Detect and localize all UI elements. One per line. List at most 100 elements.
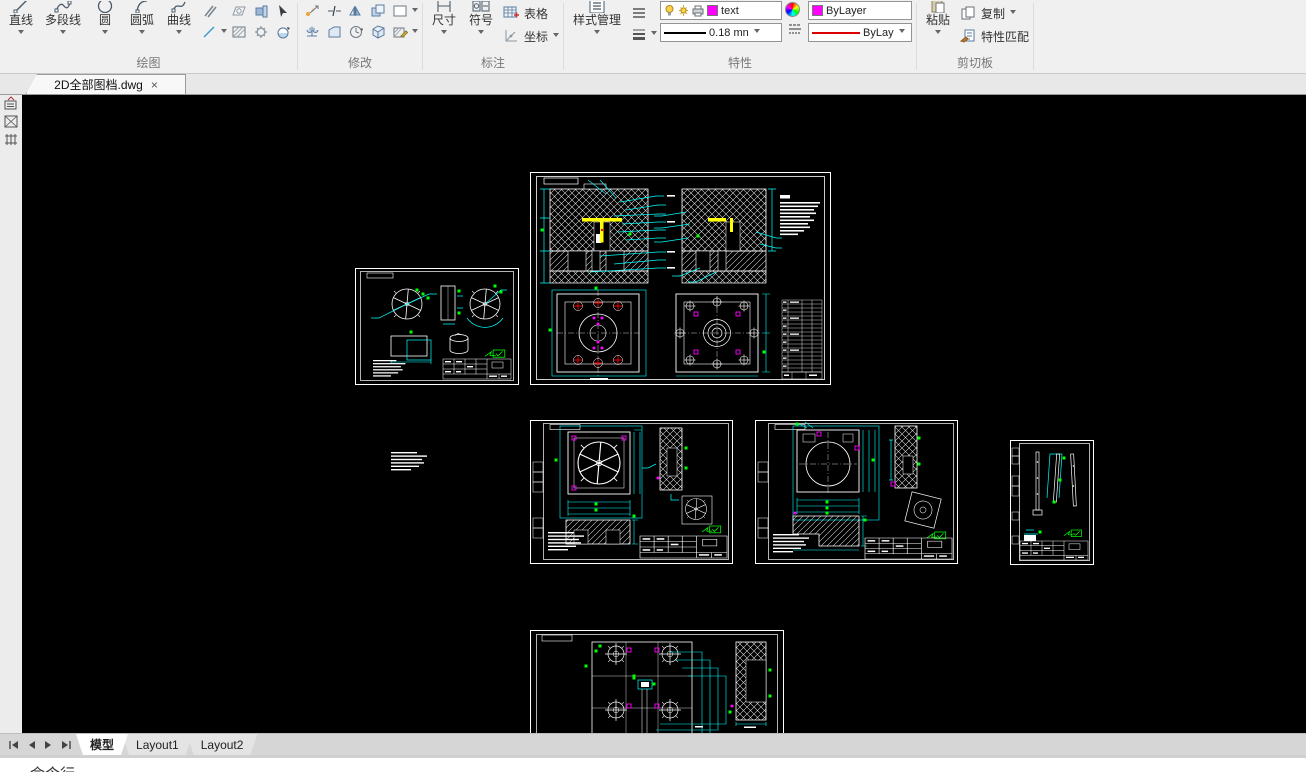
- match-properties-button[interactable]: 特性匹配: [958, 26, 1029, 46]
- linetype-combobox[interactable]: ByLay: [808, 23, 913, 42]
- copy-button[interactable]: 复制: [958, 3, 1029, 23]
- linetype-sample: [812, 31, 861, 34]
- chevron-down-icon: [412, 28, 418, 36]
- coordinate-tool-button[interactable]: 坐标: [501, 26, 560, 46]
- command-line[interactable]: 命令行: [0, 755, 1306, 772]
- nav-last-icon[interactable]: [61, 740, 72, 750]
- circle-tool-button[interactable]: 圆: [88, 1, 122, 37]
- copy-object-icon[interactable]: [368, 2, 388, 20]
- bulb-icon: [664, 2, 675, 20]
- model-space-canvas[interactable]: [22, 95, 1306, 733]
- grid-columns-icon[interactable]: [3, 132, 19, 147]
- lineweight-sample: [664, 31, 707, 34]
- drawing-sheet-pins: [1010, 440, 1094, 565]
- chevron-down-icon: [478, 30, 484, 37]
- arc-tool-button[interactable]: 圆弧: [125, 1, 159, 37]
- symbol-icon: [472, 1, 490, 13]
- ribbon-panel-properties: 样式管理 text 0.18 mn ByLayer ByLay 特性: [564, 0, 916, 73]
- chevron-down-icon: [18, 30, 24, 37]
- document-tab-title: 2D全部图档.dwg: [54, 78, 143, 92]
- copy-icon: [958, 4, 978, 22]
- gear-icon[interactable]: [251, 23, 271, 41]
- coordinate-tool-label: 坐标: [524, 29, 549, 44]
- linetype-value: ByLay: [863, 26, 894, 39]
- style-manager-button[interactable]: 样式管理: [568, 1, 626, 37]
- copy-label: 复制: [981, 6, 1006, 21]
- curve-tool-button[interactable]: 曲线: [162, 1, 196, 37]
- tab-model[interactable]: 模型: [76, 734, 128, 755]
- lineweight-combobox[interactable]: 0.18 mn: [660, 23, 783, 42]
- color-wheel-icon[interactable]: [785, 2, 801, 17]
- ribbon: 直线 多段线 圆 圆弧 曲线 绘图 修改 尺寸 符号 表格 坐标 标注 样式管理…: [0, 0, 1306, 74]
- construction-line-icon[interactable]: [199, 23, 219, 41]
- symbol-tool-button[interactable]: 符号: [464, 1, 498, 37]
- lineweight-settings-icon[interactable]: [629, 25, 649, 43]
- polyline-icon: [54, 1, 72, 13]
- arc-tool-label: 圆弧: [129, 13, 154, 27]
- circle-icon: [97, 1, 113, 13]
- dimension-icon: [435, 1, 453, 13]
- chevron-down-icon: [651, 30, 658, 38]
- sheet-settings-icon[interactable]: [3, 96, 19, 111]
- color-swatch: [812, 2, 824, 20]
- mirror-icon[interactable]: [346, 2, 366, 20]
- scale-icon[interactable]: [302, 23, 322, 41]
- table-tool-button[interactable]: 表格: [501, 3, 559, 23]
- region-icon[interactable]: [229, 2, 249, 20]
- paste-label: 粘贴: [926, 13, 951, 27]
- chevron-down-icon: [1010, 9, 1017, 17]
- drawing-sheet-parts: [355, 268, 519, 471]
- symbol-tool-label: 符号: [468, 13, 493, 27]
- rectangle-tool-icon[interactable]: [390, 2, 410, 20]
- dimension-tool-button[interactable]: 尺寸: [427, 1, 461, 37]
- close-icon[interactable]: ×: [151, 78, 158, 92]
- panel-label-annotate: 标注: [481, 56, 506, 70]
- style-manager-icon: [588, 1, 606, 13]
- dimension-tool-label: 尺寸: [431, 13, 456, 27]
- cursor-pick-icon[interactable]: [273, 2, 293, 20]
- document-tab[interactable]: 2D全部图档.dwg ×: [26, 74, 186, 94]
- line-tool-button[interactable]: 直线: [4, 1, 38, 37]
- move-icon[interactable]: [302, 2, 322, 20]
- chevron-down-icon: [553, 32, 560, 40]
- drawing-sheet-plate-b: [755, 420, 958, 564]
- revolve-icon[interactable]: [273, 23, 293, 41]
- tab-layout2[interactable]: Layout2: [187, 734, 258, 755]
- hatch-edit-icon[interactable]: [390, 23, 410, 41]
- chevron-down-icon: [221, 28, 227, 36]
- hatch-icon[interactable]: [229, 23, 249, 41]
- chevron-down-icon: [176, 30, 182, 37]
- nav-prev-icon[interactable]: [27, 740, 36, 750]
- rotate-icon[interactable]: [346, 23, 366, 41]
- nav-next-icon[interactable]: [44, 740, 53, 750]
- ribbon-panel-draw: 直线 多段线 圆 圆弧 曲线 绘图: [0, 0, 297, 73]
- arc-icon: [134, 1, 150, 13]
- circle-tool-label: 圆: [98, 13, 111, 27]
- paste-button[interactable]: 粘贴: [921, 1, 955, 37]
- 3d-box-icon[interactable]: [368, 23, 388, 41]
- color-combobox[interactable]: ByLayer: [808, 1, 913, 20]
- chevron-down-icon: [753, 29, 760, 36]
- polyline-tool-button[interactable]: 多段线: [41, 1, 85, 37]
- chevron-down-icon: [594, 30, 601, 37]
- chevron-down-icon: [898, 29, 905, 36]
- linetype-settings-icon[interactable]: [785, 20, 805, 38]
- break-icon[interactable]: [324, 2, 344, 20]
- chevron-down-icon: [441, 30, 447, 37]
- curve-tool-label: 曲线: [166, 13, 191, 27]
- panel-label-properties: 特性: [728, 56, 753, 70]
- nav-first-icon[interactable]: [8, 740, 19, 750]
- panel-label-draw: 绘图: [136, 56, 161, 70]
- parallel-lines-icon[interactable]: [199, 2, 219, 20]
- layer-combobox[interactable]: text: [660, 1, 783, 20]
- chamfer-icon[interactable]: [324, 23, 344, 41]
- bushing-icon[interactable]: [251, 2, 271, 20]
- command-line-label: 命令行: [30, 763, 75, 772]
- chevron-down-icon: [412, 7, 418, 15]
- panel-label-modify: 修改: [347, 56, 372, 70]
- library-icon[interactable]: [3, 114, 19, 129]
- line-style-icon[interactable]: [629, 4, 649, 22]
- tab-layout1[interactable]: Layout1: [122, 734, 193, 755]
- chevron-down-icon: [139, 30, 145, 37]
- chevron-down-icon: [60, 30, 66, 37]
